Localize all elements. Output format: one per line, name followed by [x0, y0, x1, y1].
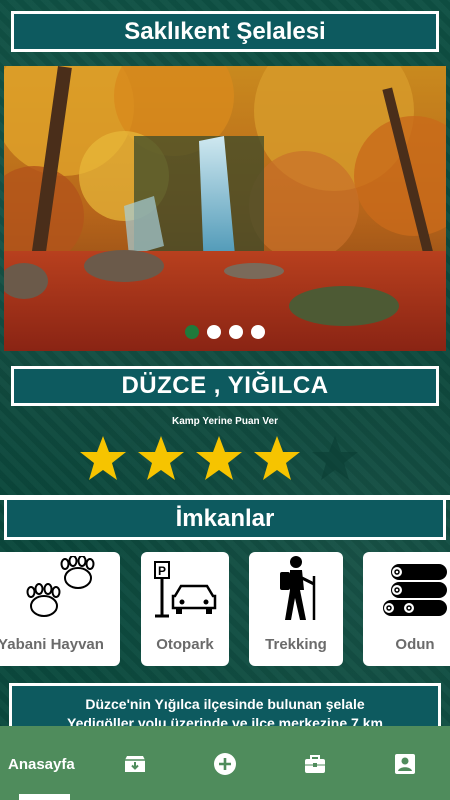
- facility-card-wildlife[interactable]: Yabani Hayvan: [0, 552, 120, 666]
- facility-card-trekking[interactable]: Trekking: [249, 552, 343, 666]
- star-empty-icon[interactable]: [310, 434, 360, 482]
- rating-stars[interactable]: [78, 434, 360, 482]
- waterfall-photo: [4, 66, 446, 351]
- carousel-dot[interactable]: [185, 325, 199, 339]
- paw-icon: [0, 556, 120, 622]
- facilities-title: İmkanlar: [4, 500, 446, 540]
- carousel-dot[interactable]: [207, 325, 221, 339]
- rating-label: Kamp Yerine Puan Ver: [172, 416, 278, 427]
- hiker-icon: [249, 556, 343, 622]
- facility-card-firewood[interactable]: Odun: [363, 552, 450, 666]
- svg-text:P: P: [158, 564, 166, 578]
- add-circle-icon[interactable]: [213, 752, 237, 776]
- profile-icon[interactable]: [393, 752, 417, 776]
- location-label: DÜZCE , YIĞILCA: [11, 366, 439, 406]
- nav-home-label[interactable]: Anasayfa: [8, 756, 75, 773]
- archive-icon[interactable]: [123, 752, 147, 776]
- star-icon[interactable]: [136, 434, 186, 482]
- star-icon[interactable]: [252, 434, 302, 482]
- image-carousel[interactable]: [4, 66, 446, 351]
- star-icon[interactable]: [194, 434, 244, 482]
- carousel-dots: [4, 325, 446, 339]
- facility-card-parking[interactable]: P Otopark: [141, 552, 229, 666]
- bottom-navigation: Anasayfa: [0, 726, 450, 800]
- parking-icon: P: [141, 556, 229, 622]
- firewood-icon: [363, 556, 450, 622]
- page-title: Saklıkent Şelalesi: [11, 11, 439, 52]
- star-icon[interactable]: [78, 434, 128, 482]
- facility-label: Yabani Hayvan: [0, 636, 104, 653]
- carousel-dot[interactable]: [229, 325, 243, 339]
- facilities-list: Yabani Hayvan P Otopark Trekking Odun: [0, 552, 450, 666]
- description-line: Düzce'nin Yığılca ilçesinde bulunan şela…: [85, 696, 365, 712]
- nav-active-indicator: [19, 794, 70, 800]
- facility-label: Odun: [395, 636, 435, 653]
- carousel-dot[interactable]: [251, 325, 265, 339]
- facility-label: Otopark: [156, 636, 214, 653]
- facility-label: Trekking: [265, 636, 327, 653]
- briefcase-icon[interactable]: [303, 752, 327, 776]
